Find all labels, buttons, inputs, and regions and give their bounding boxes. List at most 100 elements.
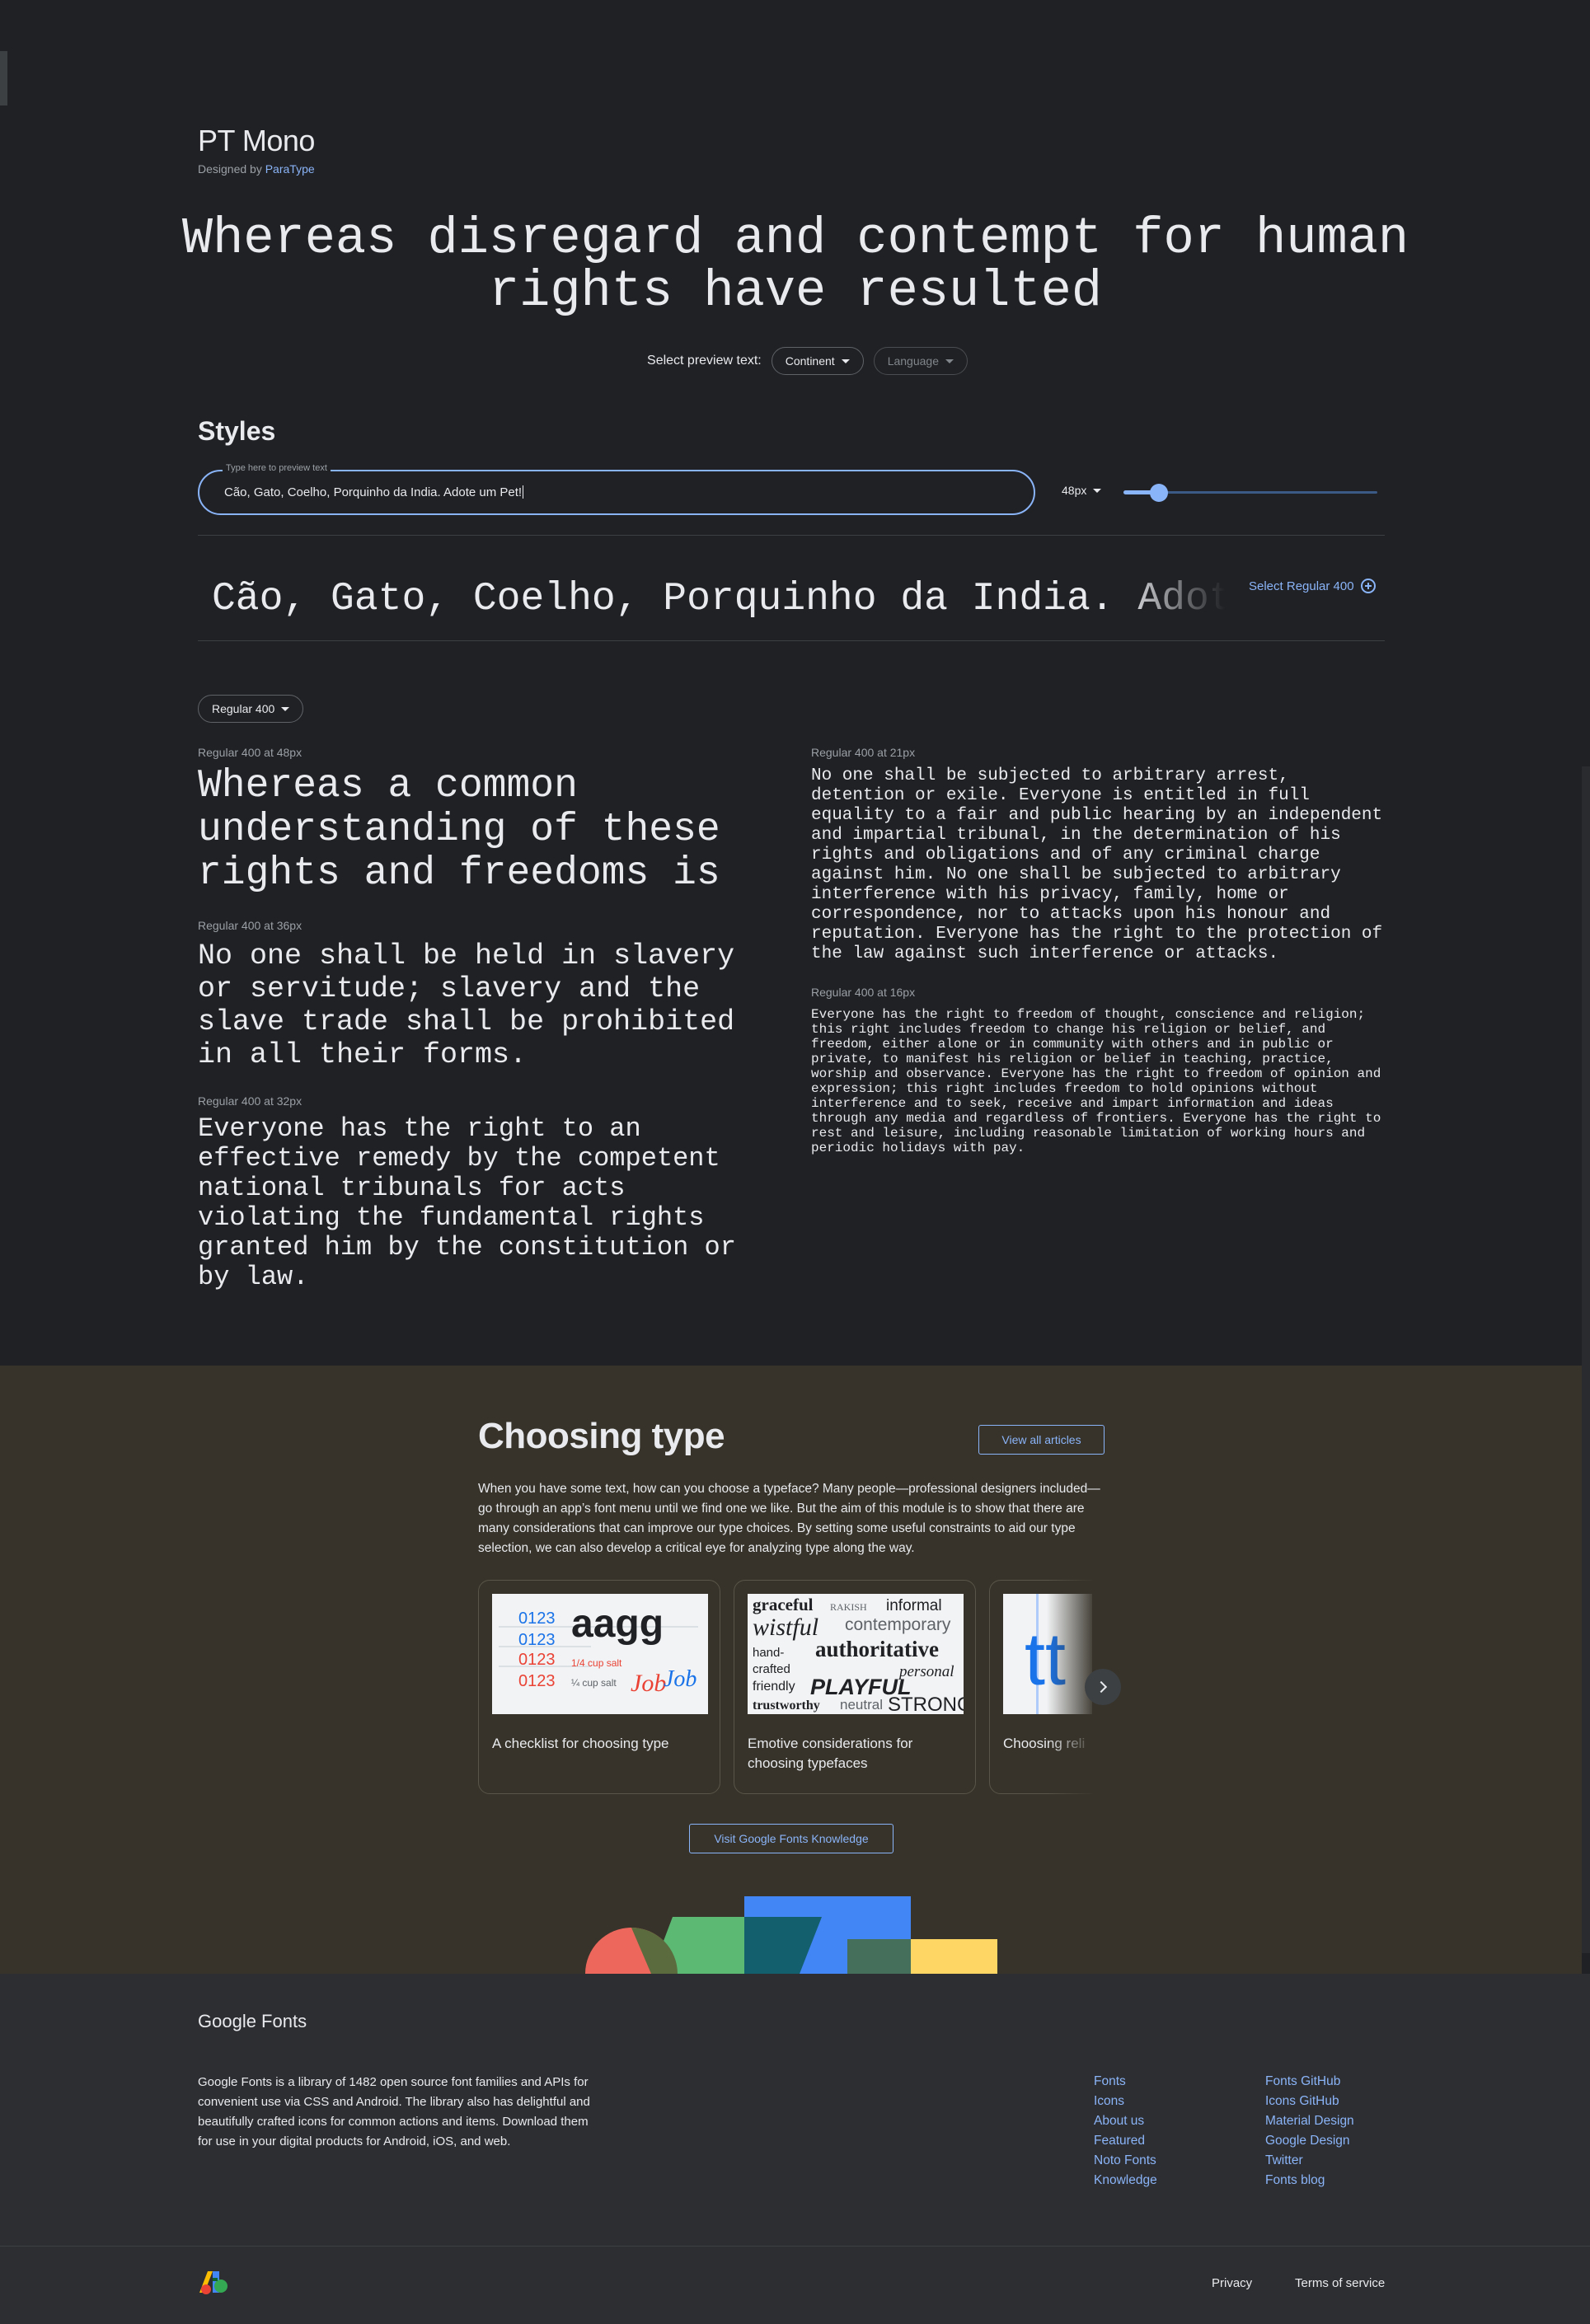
continent-label: Continent bbox=[785, 354, 835, 368]
caret-down-icon bbox=[945, 358, 954, 363]
terms-link[interactable]: Terms of service bbox=[1295, 2276, 1385, 2290]
scrollbar-track[interactable] bbox=[1582, 766, 1590, 1953]
google-fonts-logo[interactable] bbox=[198, 2268, 229, 2296]
preview-text-selector: Select preview text: Continent Language bbox=[0, 347, 1590, 375]
svg-text:0123: 0123 bbox=[518, 1631, 556, 1649]
add-circle-icon bbox=[1360, 579, 1376, 593]
svg-text:hand-: hand- bbox=[753, 1646, 784, 1660]
specimen-caption: Regular 400 at 32px bbox=[198, 1094, 303, 1108]
caret-down-icon bbox=[281, 706, 290, 711]
specimen-caption: Regular 400 at 48px bbox=[198, 746, 303, 759]
footer-link-twitter[interactable]: Twitter bbox=[1265, 2151, 1354, 2171]
articles-heading: Choosing type bbox=[478, 1416, 725, 1456]
chevron-right-icon bbox=[1095, 1680, 1108, 1694]
scroll-tab bbox=[0, 51, 7, 105]
preview-text-label: Select preview text: bbox=[647, 354, 762, 368]
footer-links-col1: Fonts Icons About us Featured Noto Fonts… bbox=[1094, 2072, 1157, 2190]
divider bbox=[198, 535, 1385, 536]
footer-brand[interactable]: Google Fonts bbox=[198, 2011, 307, 2032]
footer-link-about[interactable]: About us bbox=[1094, 2111, 1157, 2131]
caret-down-icon bbox=[1093, 488, 1102, 493]
svg-text:authoritative: authoritative bbox=[815, 1637, 939, 1661]
carousel-next-button[interactable] bbox=[1085, 1669, 1121, 1705]
svg-text:trustworthy: trustworthy bbox=[753, 1698, 820, 1713]
designed-by-label: Designed by bbox=[198, 162, 262, 176]
specimen-text: No one shall be held in slavery or servi… bbox=[198, 939, 735, 1071]
svg-text:Job: Job bbox=[664, 1666, 697, 1692]
svg-text:wistful: wistful bbox=[753, 1614, 818, 1641]
language-label: Language bbox=[887, 354, 939, 368]
article-card[interactable]: 0123 0123 0123 0123 aagg 1/4 cup salt ¼ … bbox=[478, 1580, 720, 1794]
preview-input-label: Type here to preview text bbox=[223, 463, 331, 473]
view-all-articles-button[interactable]: View all articles bbox=[978, 1425, 1105, 1455]
footer-link-fonts-github[interactable]: Fonts GitHub bbox=[1265, 2072, 1354, 2092]
designer-link[interactable]: ParaType bbox=[265, 162, 315, 176]
specimen-caption: Regular 400 at 16px bbox=[811, 986, 916, 999]
caret-down-icon bbox=[841, 358, 850, 363]
svg-text:friendly: friendly bbox=[753, 1680, 795, 1694]
footer-description: Google Fonts is a library of 1482 open s… bbox=[198, 2075, 590, 2148]
svg-text:0123: 0123 bbox=[518, 1651, 556, 1669]
checklist-illustration: 0123 0123 0123 0123 aagg 1/4 cup salt ¼ … bbox=[492, 1594, 708, 1714]
footer-link-knowledge[interactable]: Knowledge bbox=[1094, 2171, 1157, 2190]
language-dropdown[interactable]: Language bbox=[873, 347, 968, 375]
svg-text:¼ cup salt: ¼ cup salt bbox=[571, 1677, 617, 1689]
hero-preview-text: Whereas disregard and contempt for human… bbox=[181, 209, 1409, 321]
specimen-text: Everyone has the right to freedom of tho… bbox=[811, 1007, 1381, 1155]
svg-text:RAKISH: RAKISH bbox=[830, 1601, 867, 1613]
styles-heading: Styles bbox=[198, 416, 276, 446]
sample-fade bbox=[1121, 573, 1236, 630]
footer-link-icons[interactable]: Icons bbox=[1094, 2092, 1157, 2111]
specimen-text: Everyone has the right to an effective r… bbox=[198, 1113, 736, 1292]
footer-link-noto[interactable]: Noto Fonts bbox=[1094, 2151, 1157, 2171]
article-image-checklist: 0123 0123 0123 0123 aagg 1/4 cup salt ¼ … bbox=[492, 1594, 708, 1714]
privacy-link[interactable]: Privacy bbox=[1212, 2276, 1252, 2290]
articles-description: When you have some text, how can you cho… bbox=[478, 1482, 1100, 1555]
specimen-caption: Regular 400 at 21px bbox=[811, 746, 916, 759]
preview-input-value[interactable]: Cão, Gato, Coelho, Porquinho da India. A… bbox=[224, 485, 524, 499]
svg-text:aagg: aagg bbox=[571, 1602, 664, 1646]
article-image-emotive: graceful RAKISH informal wistful contemp… bbox=[748, 1594, 964, 1714]
footer-link-featured[interactable]: Featured bbox=[1094, 2131, 1157, 2151]
font-size-value: 48px bbox=[1062, 484, 1087, 497]
article-card-title: A checklist for choosing type bbox=[492, 1736, 669, 1751]
designer-credit: Designed by ParaType bbox=[198, 162, 315, 176]
article-card-title: Emotive considerations for choosing type… bbox=[748, 1736, 913, 1771]
footer-link-material[interactable]: Material Design bbox=[1265, 2111, 1354, 2131]
svg-text:1/4 cup salt: 1/4 cup salt bbox=[571, 1657, 622, 1669]
svg-text:graceful: graceful bbox=[753, 1595, 814, 1614]
footer-link-fonts[interactable]: Fonts bbox=[1094, 2072, 1157, 2092]
specimen-text: No one shall be subjected to arbitrary a… bbox=[811, 766, 1383, 963]
slider-thumb[interactable] bbox=[1150, 484, 1168, 502]
svg-text:informal: informal bbox=[886, 1597, 942, 1614]
svg-text:Job: Job bbox=[631, 1670, 666, 1697]
continent-dropdown[interactable]: Continent bbox=[771, 347, 864, 375]
font-size-slider[interactable] bbox=[1123, 483, 1377, 503]
svg-text:STRONG: STRONG bbox=[888, 1694, 964, 1714]
style-sample-text: Cão, Gato, Coelho, Porquinho da India. A… bbox=[212, 577, 1234, 621]
art-numbers: 0123 bbox=[518, 1609, 556, 1628]
select-style-label: Select Regular 400 bbox=[1249, 579, 1354, 593]
select-style-button[interactable]: Select Regular 400 bbox=[1249, 579, 1376, 593]
specimen-text: Whereas a common understanding of these … bbox=[198, 764, 720, 896]
footer-divider bbox=[0, 2246, 1590, 2247]
footer-link-google-design[interactable]: Google Design bbox=[1265, 2131, 1354, 2151]
decorative-shapes bbox=[585, 1896, 997, 1974]
style-dropdown[interactable]: Regular 400 bbox=[198, 695, 304, 723]
preview-text-input[interactable]: Type here to preview text Cão, Gato, Coe… bbox=[198, 463, 1035, 515]
style-dropdown-label: Regular 400 bbox=[212, 702, 275, 715]
visit-knowledge-button[interactable]: Visit Google Fonts Knowledge bbox=[689, 1824, 893, 1853]
svg-text:neutral: neutral bbox=[840, 1697, 883, 1713]
specimen-caption: Regular 400 at 36px bbox=[198, 919, 303, 932]
footer-link-blog[interactable]: Fonts blog bbox=[1265, 2171, 1354, 2190]
svg-text:contemporary: contemporary bbox=[845, 1615, 951, 1634]
font-size-dropdown[interactable]: 48px bbox=[1062, 484, 1102, 497]
svg-text:crafted: crafted bbox=[753, 1662, 790, 1676]
footer-link-icons-github[interactable]: Icons GitHub bbox=[1265, 2092, 1354, 2111]
divider bbox=[198, 640, 1385, 641]
svg-text:0123: 0123 bbox=[518, 1672, 556, 1690]
font-family-name: PT Mono bbox=[198, 124, 315, 157]
emotive-illustration: graceful RAKISH informal wistful contemp… bbox=[748, 1594, 964, 1714]
article-card[interactable]: graceful RAKISH informal wistful contemp… bbox=[734, 1580, 976, 1794]
footer-links-col2: Fonts GitHub Icons GitHub Material Desig… bbox=[1265, 2072, 1354, 2190]
